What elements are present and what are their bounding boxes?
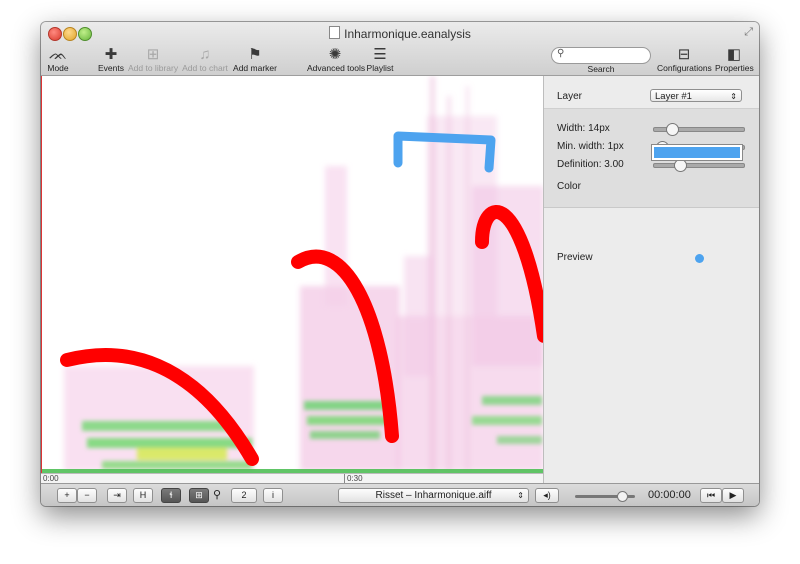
fit-to-window-button[interactable]: ⇥ bbox=[107, 488, 127, 503]
preview-label: Preview bbox=[557, 252, 593, 263]
properties-button[interactable]: ◧ Properties bbox=[715, 46, 754, 73]
configurations-button[interactable]: ⊟ Configurations bbox=[657, 46, 712, 73]
search-label: Search bbox=[587, 64, 615, 74]
width-slider-knob[interactable] bbox=[666, 123, 679, 136]
page-number-field[interactable]: 2 bbox=[231, 488, 257, 503]
volume-slider-knob[interactable] bbox=[617, 491, 628, 502]
zoom-out-button[interactable]: − bbox=[77, 488, 97, 503]
add-to-library-button[interactable]: ⊞ Add to library bbox=[128, 46, 178, 73]
playlist-button[interactable]: ☰ Playlist bbox=[366, 46, 394, 73]
width-label: Width: 14px bbox=[557, 123, 610, 134]
chart-icon: ♫ bbox=[199, 46, 211, 63]
preview-dot bbox=[695, 254, 704, 263]
plus-icon: ✚ bbox=[104, 46, 118, 63]
definition-slider[interactable] bbox=[653, 159, 745, 172]
events-button[interactable]: ✚ Events bbox=[96, 46, 126, 73]
definition-label: Definition: 3.00 bbox=[557, 159, 624, 170]
pen-mode-toggle[interactable]: ɬ bbox=[161, 488, 181, 503]
gear-icon: ✺ bbox=[328, 46, 342, 63]
search-input[interactable]: ⚲ bbox=[551, 47, 651, 64]
layer-select[interactable]: Layer #1 ⇕ bbox=[650, 89, 742, 102]
mode-wave-icon: ᨏ bbox=[48, 46, 68, 63]
color-well[interactable] bbox=[651, 144, 743, 161]
timeline-mark-label: 0:30 bbox=[344, 474, 363, 483]
flag-icon: ⚑ bbox=[248, 46, 262, 63]
sidebar-icon: ◧ bbox=[726, 46, 742, 63]
advanced-tools-button[interactable]: ✺ Advanced tools bbox=[307, 46, 365, 73]
library-grid-icon: ⊞ bbox=[146, 46, 160, 63]
window-title: Inharmonique.eanalysis bbox=[41, 26, 759, 41]
play-button[interactable]: ▶ bbox=[722, 488, 744, 503]
timeline-start-label: 0:00 bbox=[43, 474, 59, 483]
layer-label: Layer bbox=[557, 91, 583, 102]
info-button[interactable]: i bbox=[263, 488, 283, 503]
rewind-button[interactable]: ⏮ bbox=[700, 488, 722, 503]
magnifier-icon[interactable]: ⚲ bbox=[213, 488, 221, 501]
updown-arrows-icon: ⇕ bbox=[730, 92, 737, 101]
zoom-in-button[interactable]: + bbox=[57, 488, 77, 503]
color-label: Color bbox=[557, 181, 581, 192]
grid-toggle[interactable]: ⊞ bbox=[189, 488, 209, 503]
document-icon bbox=[329, 26, 341, 39]
audio-file-select[interactable]: Risset – Inharmonique.aiff ⇕ bbox=[338, 488, 529, 503]
volume-button[interactable]: ◂) bbox=[535, 488, 559, 503]
search-icon: ⚲ bbox=[557, 48, 565, 59]
properties-panel: Layer Layer #1 ⇕ Width: 14px Min. width: … bbox=[543, 76, 759, 483]
title-toolbar: Inharmonique.eanalysis ⤢ ᨏ Mode ✚ Events ⊞… bbox=[41, 22, 759, 76]
sonogram-view[interactable] bbox=[41, 76, 544, 474]
fullscreen-icon[interactable]: ⤢ bbox=[744, 26, 753, 39]
list-icon: ☰ bbox=[373, 46, 387, 63]
app-window: Inharmonique.eanalysis ⤢ ᨏ Mode ✚ Events ⊞… bbox=[41, 22, 759, 506]
horizontal-zoom-button[interactable]: H bbox=[133, 488, 153, 503]
width-slider[interactable] bbox=[653, 123, 745, 136]
time-display: 00:00:00 bbox=[648, 489, 691, 501]
configurations-icon: ⊟ bbox=[677, 46, 691, 63]
add-to-chart-button[interactable]: ♫ Add to chart bbox=[182, 46, 228, 73]
mode-button[interactable]: ᨏ Mode bbox=[45, 46, 71, 73]
updown-arrows-icon: ⇕ bbox=[517, 491, 524, 500]
add-marker-button[interactable]: ⚑ Add marker bbox=[233, 46, 277, 73]
min-width-label: Min. width: 1px bbox=[557, 141, 624, 152]
sonogram-canvas[interactable] bbox=[42, 76, 544, 474]
bottom-bar: + − ⇥ H ɬ ⊞ ⚲ 2 i Risset – Inharmonique.… bbox=[41, 483, 759, 506]
color-swatch-fill bbox=[654, 147, 740, 158]
layer-row: Layer Layer #1 ⇕ bbox=[544, 76, 759, 109]
